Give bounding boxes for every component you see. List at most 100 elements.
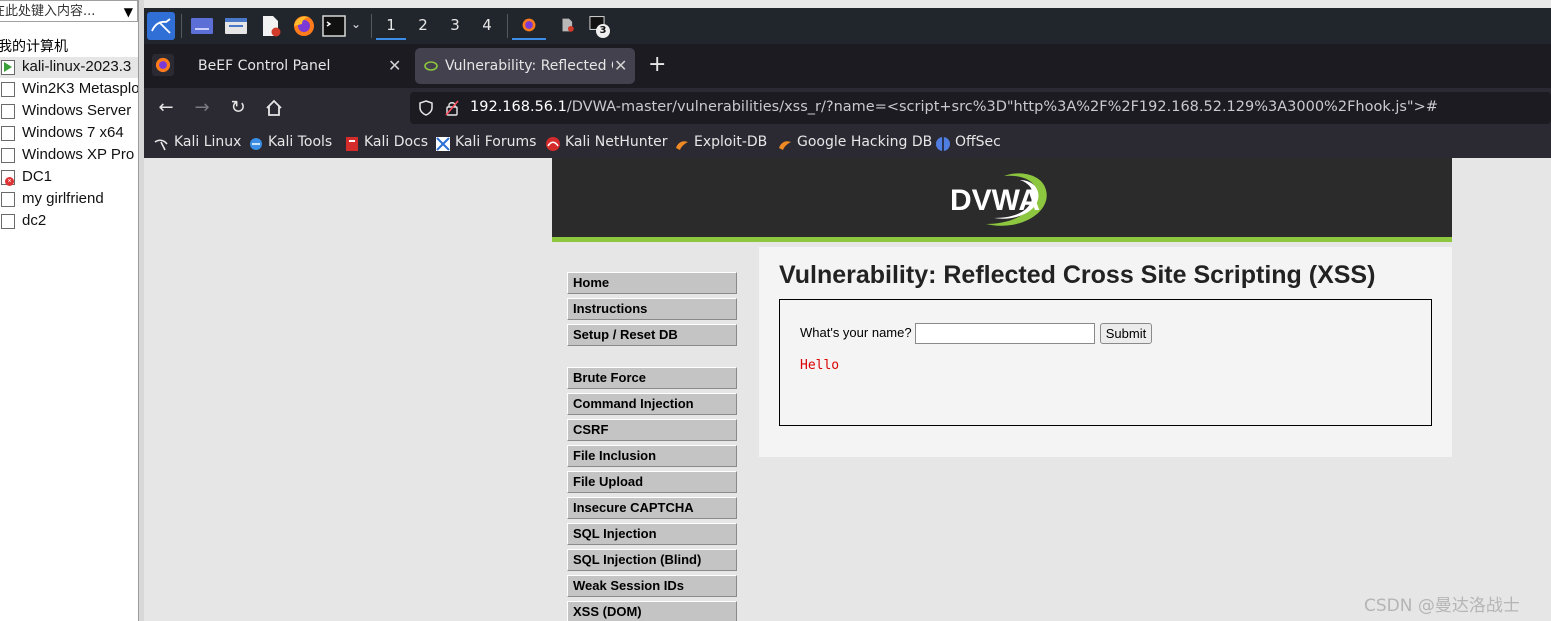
- browser-tab-bar: BeEF Control Panel ✕ Vulnerability: Refl…: [144, 44, 1551, 88]
- dvwa-logo: DVWA: [950, 173, 1047, 226]
- menu-item-sql-injection[interactable]: SQL Injection: [567, 523, 737, 545]
- name-prompt-label: What's your name?: [800, 325, 912, 340]
- dvwa-header: DVWA: [552, 158, 1452, 242]
- taskbar-editor-window[interactable]: [552, 12, 582, 40]
- vm-icon: [1, 126, 15, 141]
- bookmark-label: Kali Linux: [174, 134, 242, 150]
- bookmark-label: Kali Docs: [364, 134, 429, 150]
- vm-label: dc2: [22, 212, 47, 229]
- browser-nav-bar: ← → ↻ 192.168.56.1/DVWA-master/vulnerabi…: [144, 88, 1551, 128]
- kali-menu-icon[interactable]: [147, 12, 175, 40]
- url-path: /DVWA-master/vulnerabilities/xss_r/?name…: [566, 99, 1438, 115]
- tab-title: BeEF Control Panel: [198, 58, 331, 74]
- menu-item-file-inclusion[interactable]: File Inclusion: [567, 445, 737, 467]
- bookmark-label: Kali NetHunter: [565, 134, 668, 150]
- dvwa-logo-text: DVWA: [950, 184, 1040, 217]
- workspace-1[interactable]: 1: [376, 14, 406, 40]
- kali-tools-icon: [250, 138, 262, 150]
- watermark: CSDN @曼达洛战士: [1364, 596, 1520, 616]
- vm-icon: [1, 82, 15, 97]
- library-search-input[interactable]: [0, 2, 108, 21]
- vm-item-win2k3[interactable]: Win2K3 Metasploitable: [0, 79, 138, 100]
- vm-label: DC1: [22, 168, 53, 185]
- close-tab-icon[interactable]: ✕: [614, 56, 627, 75]
- bookmark-label: Kali Forums: [455, 134, 537, 150]
- reload-icon[interactable]: ↻: [226, 96, 250, 120]
- menu-item-home[interactable]: Home: [567, 272, 737, 294]
- shield-icon[interactable]: [418, 100, 434, 116]
- error-icon: ×: [5, 177, 14, 186]
- vm-label: Windows XP Pro: [22, 146, 135, 163]
- bookmark-label: Exploit-DB: [694, 134, 768, 150]
- vm-item-windows-server[interactable]: Windows Server: [0, 101, 138, 122]
- menu-item-setup-reset-db[interactable]: Setup / Reset DB: [567, 324, 737, 346]
- submit-button[interactable]: Submit: [1100, 323, 1152, 344]
- kali-forums-icon: [436, 137, 450, 151]
- menu-item-sql-injection-blind[interactable]: SQL Injection (Blind): [567, 549, 737, 571]
- workspace-3[interactable]: 3: [440, 14, 470, 40]
- vm-icon: [1, 192, 15, 207]
- vm-item-windows-7[interactable]: Windows 7 x64: [0, 123, 138, 144]
- menu-item-xss-dom[interactable]: XSS (DOM): [567, 601, 737, 621]
- name-input[interactable]: [915, 323, 1095, 344]
- tab-beef-control-panel[interactable]: BeEF Control Panel ✕: [144, 48, 410, 84]
- vm-item-dc2[interactable]: dc2: [0, 211, 138, 232]
- screen: ▼ 我的计算机 kali-linux-2023.3 Win2K3 Metaspl…: [0, 0, 1551, 621]
- menu-item-instructions[interactable]: Instructions: [567, 298, 737, 320]
- forward-arrow-icon[interactable]: →: [190, 96, 214, 120]
- workspace-4[interactable]: 4: [472, 14, 502, 40]
- file-manager-icon[interactable]: [222, 12, 250, 40]
- kali-docs-icon: [346, 137, 358, 151]
- bookmark-label: Kali Tools: [268, 134, 333, 150]
- running-icon: [4, 62, 12, 72]
- taskbar-firefox-window[interactable]: [512, 12, 546, 40]
- web-page: DVWA Home Instructions Setup / Reset DB …: [144, 158, 1551, 621]
- new-tab-icon[interactable]: +: [648, 52, 666, 77]
- home-icon[interactable]: [262, 96, 286, 120]
- library-root-my-computer[interactable]: 我的计算机: [0, 36, 68, 56]
- menu-item-file-upload[interactable]: File Upload: [567, 471, 737, 493]
- bookmark-label: Google Hacking DB: [797, 134, 933, 150]
- library-search[interactable]: ▼: [0, 0, 138, 22]
- menu-item-weak-session-ids[interactable]: Weak Session IDs: [567, 575, 737, 597]
- tab-title: Vulnerability: Reflected Cross Site Scri…: [445, 58, 613, 74]
- taskbar-terminal-group[interactable]: 3: [584, 12, 618, 40]
- terminal-icon[interactable]: [320, 12, 348, 40]
- vm-item-dc1[interactable]: × DC1: [0, 167, 138, 188]
- reflected-output: Hello: [800, 358, 840, 373]
- dvwa-favicon-icon: [424, 61, 438, 71]
- chevron-down-icon[interactable]: ⌄: [351, 17, 361, 31]
- firefox-icon: [522, 18, 536, 32]
- back-arrow-icon[interactable]: ←: [154, 96, 178, 120]
- bookmarks-toolbar: Kali Linux Kali Tools Kali Docs Kali For…: [144, 128, 1551, 158]
- show-desktop-icon[interactable]: [188, 12, 216, 40]
- tab-dvwa-xss[interactable]: Vulnerability: Reflected Cross Site Scri…: [415, 48, 635, 84]
- page-title: Vulnerability: Reflected Cross Site Scri…: [779, 261, 1376, 289]
- menu-item-csrf[interactable]: CSRF: [567, 419, 737, 441]
- vm-item-my-girlfriend[interactable]: my girlfriend: [0, 189, 138, 210]
- menu-item-brute-force[interactable]: Brute Force: [567, 367, 737, 389]
- vulnerable-code-area: What's your name? Submit Hello: [779, 299, 1432, 426]
- address-bar[interactable]: 192.168.56.1/DVWA-master/vulnerabilities…: [410, 92, 1551, 124]
- menu-item-command-injection[interactable]: Command Injection: [567, 393, 737, 415]
- menu-item-insecure-captcha[interactable]: Insecure CAPTCHA: [567, 497, 737, 519]
- panel-separator: [371, 14, 372, 38]
- nethunter-icon: [546, 137, 560, 151]
- vm-label: my girlfriend: [22, 190, 104, 207]
- vm-item-kali[interactable]: kali-linux-2023.3: [0, 57, 138, 78]
- vm-icon: [1, 104, 15, 119]
- insecure-lock-icon[interactable]: [444, 100, 460, 116]
- url-host: 192.168.56.1: [470, 99, 567, 115]
- firefox-icon[interactable]: [290, 12, 318, 40]
- panel-separator: [507, 14, 508, 38]
- text-editor-icon[interactable]: [256, 12, 284, 40]
- workspace-2[interactable]: 2: [408, 14, 438, 40]
- ghdb-icon: [779, 141, 791, 150]
- vm-item-windows-xp[interactable]: Windows XP Pro: [0, 145, 138, 166]
- panel-separator: [181, 14, 182, 38]
- vm-label: Windows Server: [22, 102, 132, 119]
- offsec-icon: [936, 137, 950, 151]
- close-tab-icon[interactable]: ✕: [388, 56, 401, 75]
- window-count-badge: 3: [596, 24, 610, 38]
- caret-down-icon[interactable]: ▼: [124, 5, 133, 19]
